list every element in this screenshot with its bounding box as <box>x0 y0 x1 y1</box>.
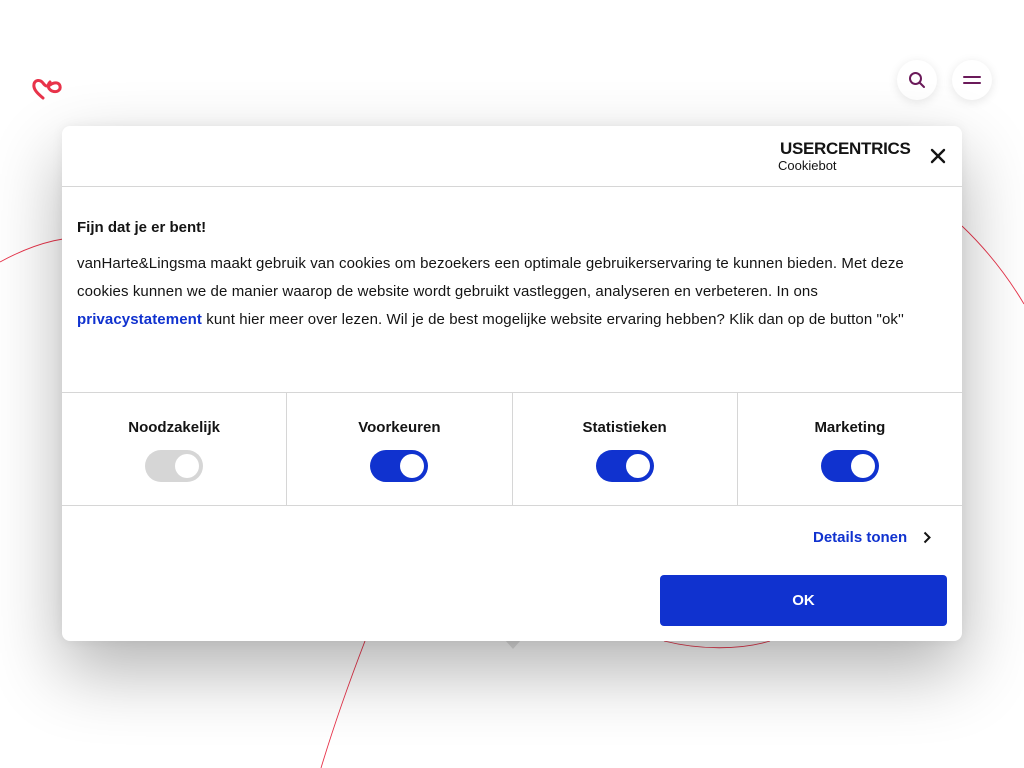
ok-button[interactable]: OK <box>660 575 947 626</box>
cookie-consent-dialog: USERCENTRICS Cookiebot Fijn dat je er be… <box>62 126 962 641</box>
dialog-title: Fijn dat je er bent! <box>77 219 207 236</box>
toggle-knob <box>175 454 200 478</box>
category-preferences: Voorkeuren <box>287 393 513 505</box>
statistics-toggle[interactable] <box>595 450 654 482</box>
show-details-link[interactable]: Details tonen <box>813 529 932 546</box>
usercentrics-brand-text: USERCENTRICS <box>780 139 911 158</box>
privacy-statement-link[interactable]: privacystatement <box>77 311 202 328</box>
toggle-knob <box>625 454 650 478</box>
hamburger-menu-icon <box>963 76 981 84</box>
preferences-toggle[interactable] <box>370 450 429 482</box>
category-label: Statistieken <box>582 419 667 436</box>
dialog-pointer <box>505 640 521 649</box>
close-icon <box>930 148 946 164</box>
heart-infinity-logo-icon <box>32 79 62 100</box>
category-label: Marketing <box>814 419 886 436</box>
marketing-toggle[interactable] <box>820 450 879 482</box>
close-button[interactable] <box>928 146 948 166</box>
dialog-body: Fijn dat je er bent! vanHarte&Lingsma ma… <box>77 219 927 334</box>
usercentrics-cookiebot-logo[interactable]: USERCENTRICS Cookiebot <box>778 140 911 174</box>
site-logo[interactable] <box>31 76 63 104</box>
necessary-toggle <box>145 450 204 482</box>
category-necessary: Noodzakelijk <box>62 393 288 505</box>
category-statistics: Statistieken <box>513 393 738 505</box>
search-icon <box>909 72 925 88</box>
category-label: Noodzakelijk <box>128 419 220 436</box>
menu-button[interactable] <box>952 60 992 100</box>
description-part-2: kunt hier meer over lezen. Wil je de bes… <box>202 311 904 328</box>
cookiebot-product-text: Cookiebot <box>778 158 837 173</box>
toggle-knob <box>850 454 875 478</box>
consent-categories: Noodzakelijk Voorkeuren Statistieken Mar… <box>62 392 962 506</box>
category-label: Voorkeuren <box>358 419 441 436</box>
category-marketing: Marketing <box>738 393 962 505</box>
dialog-header: USERCENTRICS Cookiebot <box>62 126 962 187</box>
show-details-label: Details tonen <box>813 529 908 546</box>
toggle-knob <box>400 454 425 478</box>
description-part-1: vanHarte&Lingsma maakt gebruik van cooki… <box>77 255 904 300</box>
dialog-description: vanHarte&Lingsma maakt gebruik van cooki… <box>77 250 927 334</box>
search-button[interactable] <box>897 60 937 100</box>
chevron-right-icon <box>923 531 932 544</box>
